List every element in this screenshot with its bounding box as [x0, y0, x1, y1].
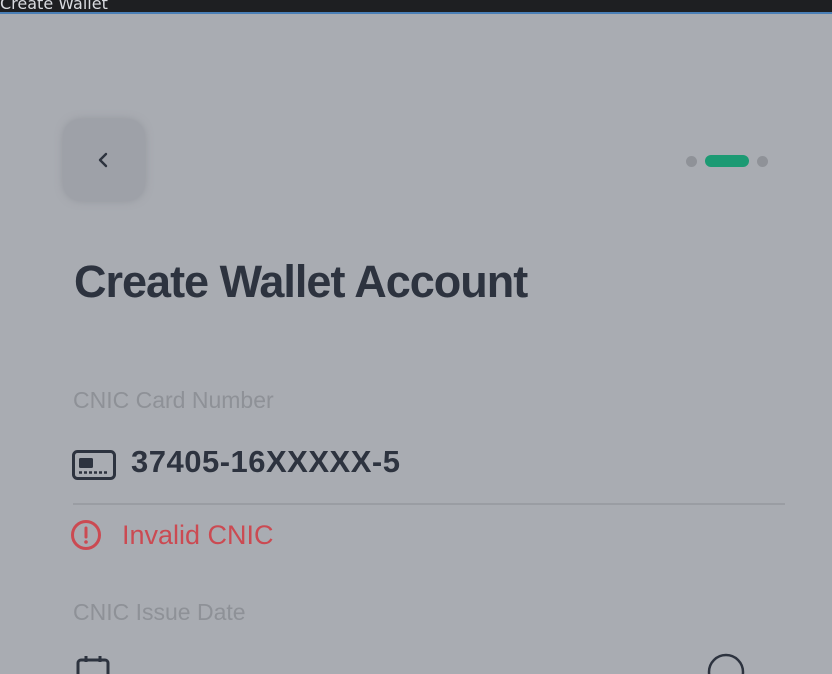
step-indicator: [686, 154, 768, 168]
create-wallet-screen: Create Wallet Account CNIC Card Number 3…: [0, 14, 832, 674]
page-title: Create Wallet Account: [74, 256, 528, 307]
step-dot-active: [705, 155, 749, 167]
back-button[interactable]: [63, 119, 145, 201]
id-card-icon: [72, 450, 116, 480]
window-titlebar: Create Wallet: [0, 0, 832, 14]
window-title: Create Wallet: [0, 0, 108, 13]
calendar-icon: [76, 656, 110, 674]
step-dot-3: [757, 155, 768, 167]
alert-circle-icon: [71, 520, 101, 550]
step-dot-1: [686, 155, 697, 167]
cnic-input-underline: [73, 503, 785, 505]
chevron-left-icon: [98, 152, 108, 168]
cnic-number-label: CNIC Card Number: [73, 387, 274, 413]
info-circle-icon[interactable]: [706, 652, 746, 674]
error-text: Invalid CNIC: [122, 519, 274, 550]
cnic-issue-date-label: CNIC Issue Date: [73, 599, 246, 625]
cnic-error-message: Invalid CNIC: [70, 519, 274, 551]
cnic-number-input[interactable]: 37405-16XXXXX-5: [131, 444, 400, 480]
